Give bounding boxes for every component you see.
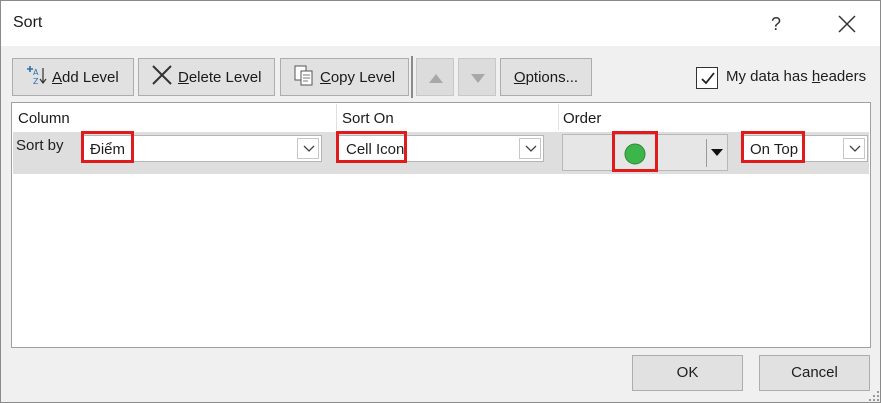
headers-label-post: eaders	[820, 68, 867, 85]
options-label: ptions...	[525, 68, 579, 86]
headers-label-accel: h	[811, 68, 821, 85]
order-icon-select-separator	[706, 139, 707, 167]
svg-text:Z: Z	[33, 77, 39, 86]
sort-dialog: Sort ? A Z Add Level Delete Level Copy L…	[0, 0, 881, 403]
help-button[interactable]: ?	[759, 9, 793, 39]
copy-icon	[293, 64, 315, 90]
add-level-button[interactable]: A Z Add Level	[12, 58, 134, 96]
move-up-button[interactable]	[416, 58, 454, 96]
svg-text:A: A	[33, 68, 39, 77]
headers-label-pre: My data has	[726, 68, 812, 85]
headers-checkbox[interactable]	[696, 67, 718, 89]
copy-level-accel: C	[320, 68, 331, 86]
sort-on-header: Sort On	[342, 110, 394, 127]
sort-by-label: Sort by	[16, 137, 64, 154]
delete-level-button[interactable]: Delete Level	[138, 58, 275, 96]
column-select-value: Điểm	[90, 141, 126, 158]
column-select-dropdown[interactable]	[297, 138, 319, 159]
headers-checkbox-label[interactable]: My data has headers	[726, 68, 866, 85]
delete-level-label: elete Level	[188, 68, 262, 86]
sort-levels-grid: Column Sort On Order Sort by Điểm Cell I…	[11, 102, 871, 348]
sort-on-select-dropdown[interactable]	[519, 138, 541, 159]
order-header: Order	[563, 110, 602, 127]
options-button[interactable]: Options...	[500, 58, 592, 96]
move-down-button[interactable]	[458, 58, 496, 96]
column-divider	[558, 104, 559, 130]
order-position-dropdown[interactable]	[843, 138, 865, 159]
column-select[interactable]: Điểm	[82, 135, 322, 162]
title-bar: Sort ?	[1, 1, 880, 46]
green-circle-icon	[624, 143, 646, 165]
delete-level-accel: D	[178, 68, 189, 86]
add-level-icon: A Z	[25, 64, 47, 90]
add-level-accel: A	[52, 68, 63, 86]
resize-grip-icon[interactable]	[869, 391, 879, 401]
add-level-label: dd Level	[62, 68, 119, 86]
column-header: Column	[18, 110, 70, 127]
triangle-up-icon	[429, 74, 443, 83]
order-icon-select[interactable]	[562, 134, 728, 171]
chevron-down-icon	[303, 145, 315, 152]
ok-button[interactable]: OK	[632, 355, 743, 391]
close-button[interactable]	[827, 9, 867, 39]
copy-level-button[interactable]: Copy Level	[280, 58, 409, 96]
order-position-value: On Top	[750, 141, 799, 158]
dialog-title: Sort	[13, 14, 43, 31]
sort-on-select-value: Cell Icon	[346, 141, 405, 158]
close-icon	[838, 15, 856, 33]
chevron-down-icon	[849, 145, 861, 152]
triangle-down-icon	[711, 149, 723, 156]
delete-icon	[151, 64, 173, 90]
copy-level-label: opy Level	[330, 68, 396, 86]
options-accel: O	[513, 68, 526, 86]
cancel-button[interactable]: Cancel	[759, 355, 870, 391]
triangle-down-icon	[471, 74, 485, 83]
checkmark-icon	[701, 72, 715, 85]
sort-level-row[interactable]: Sort by Điểm Cell Icon On Top	[13, 132, 869, 174]
column-divider	[336, 104, 337, 130]
toolbar-separator	[411, 56, 413, 98]
order-position-select[interactable]: On Top	[742, 135, 868, 162]
chevron-down-icon	[525, 145, 537, 152]
sort-on-select[interactable]: Cell Icon	[338, 135, 544, 162]
